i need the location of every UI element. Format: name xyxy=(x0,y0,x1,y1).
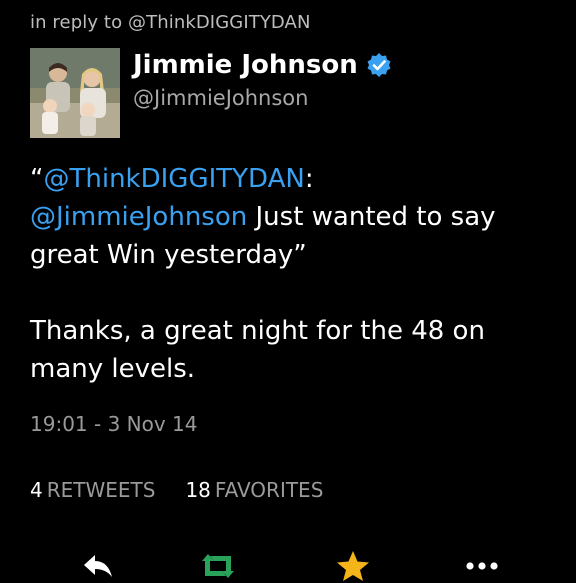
in-reply-to-handle[interactable]: @ThinkDIGGITYDAN xyxy=(128,12,311,33)
verified-badge-icon xyxy=(366,52,392,78)
family-photo-avatar-icon xyxy=(30,48,120,138)
retweets-label: RETWEETS xyxy=(46,478,156,502)
tweet-detail-view: in reply to @ThinkDIGGITYDAN Jimmie John… xyxy=(0,0,576,583)
author-display-name[interactable]: Jimmie Johnson xyxy=(133,50,358,80)
tweet-action-bar xyxy=(0,540,576,583)
colon: : xyxy=(304,164,314,194)
tweet-line-1: “@ThinkDIGGITYDAN: xyxy=(30,160,550,198)
retweets-count: 4 xyxy=(30,478,43,502)
avatar[interactable] xyxy=(30,48,120,138)
mention-link-jimmiejohnson[interactable]: @JimmieJohnson xyxy=(30,202,247,232)
favorite-button[interactable] xyxy=(333,548,373,583)
retweet-button[interactable] xyxy=(198,548,238,583)
favorites-label: FAVORITES xyxy=(214,478,324,502)
in-reply-to-prefix: in reply to xyxy=(30,12,123,33)
mention-link-thinkdiggitydan[interactable]: @ThinkDIGGITYDAN xyxy=(43,164,304,194)
tweet-text: “@ThinkDIGGITYDAN: @JimmieJohnson Just w… xyxy=(30,160,550,388)
reply-button[interactable] xyxy=(78,548,118,583)
tweet-stats: 4 RETWEETS 18 FAVORITES xyxy=(30,478,323,502)
more-dots-icon xyxy=(466,562,498,570)
tweet-reply-line-2: many levels. xyxy=(30,354,196,384)
author-name-row[interactable]: Jimmie Johnson xyxy=(133,50,392,80)
favorites-count: 18 xyxy=(185,478,211,502)
retweet-icon xyxy=(202,554,234,578)
favorites-stat[interactable]: 18 FAVORITES xyxy=(185,478,323,502)
open-quote: “ xyxy=(30,164,44,194)
tweet-line-2: @JimmieJohnson Just wanted to say xyxy=(30,198,550,236)
tweet-timestamp: 19:01 - 3 Nov 14 xyxy=(30,412,198,436)
author-handle[interactable]: @JimmieJohnson xyxy=(133,86,308,110)
quoted-text: Just wanted to say xyxy=(247,202,496,232)
in-reply-to-line[interactable]: in reply to @ThinkDIGGITYDAN xyxy=(30,12,311,33)
retweets-stat[interactable]: 4 RETWEETS xyxy=(30,478,155,502)
star-icon xyxy=(337,551,369,581)
tweet-reply-line-1: Thanks, a great night for the 48 on xyxy=(30,316,485,346)
tweet-line-3: great Win yesterday” xyxy=(30,240,307,270)
reply-arrow-icon xyxy=(84,555,112,577)
more-options-button[interactable] xyxy=(462,548,502,583)
